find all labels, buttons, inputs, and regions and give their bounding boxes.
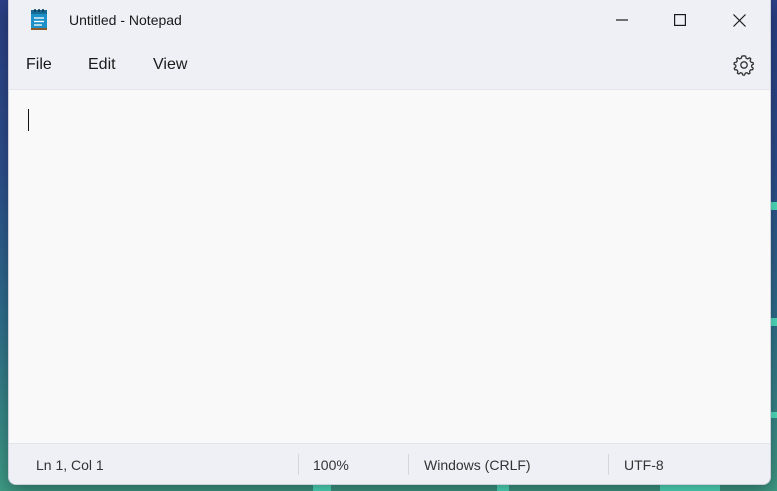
maximize-icon xyxy=(674,14,686,26)
notepad-icon xyxy=(31,9,47,30)
close-icon xyxy=(732,13,746,27)
desktop-accent xyxy=(497,484,509,491)
desktop-accent xyxy=(313,484,331,491)
status-divider xyxy=(608,454,609,475)
maximize-button[interactable] xyxy=(651,0,709,40)
close-button[interactable] xyxy=(710,0,768,40)
menu-file[interactable]: File xyxy=(26,56,52,74)
text-editor[interactable] xyxy=(9,90,770,442)
status-divider xyxy=(298,454,299,475)
notepad-window: Untitled - Notepad File Edit View Ln 1, … xyxy=(8,0,771,485)
line-ending[interactable]: Windows (CRLF) xyxy=(424,457,531,473)
text-caret xyxy=(28,109,29,131)
status-bar: Ln 1, Col 1 100% Windows (CRLF) UTF-8 xyxy=(9,443,770,484)
cursor-position: Ln 1, Col 1 xyxy=(36,457,104,473)
window-title: Untitled - Notepad xyxy=(69,12,182,28)
desktop-accent xyxy=(660,484,720,491)
minimize-button[interactable] xyxy=(593,0,651,40)
gear-icon[interactable] xyxy=(732,53,756,77)
menu-bar: File Edit View xyxy=(9,40,770,90)
encoding[interactable]: UTF-8 xyxy=(624,457,664,473)
status-divider xyxy=(408,454,409,475)
menu-view[interactable]: View xyxy=(153,56,187,74)
zoom-level[interactable]: 100% xyxy=(313,457,349,473)
menu-edit[interactable]: Edit xyxy=(88,56,116,74)
minimize-icon xyxy=(616,19,628,21)
title-bar[interactable]: Untitled - Notepad xyxy=(9,0,770,40)
